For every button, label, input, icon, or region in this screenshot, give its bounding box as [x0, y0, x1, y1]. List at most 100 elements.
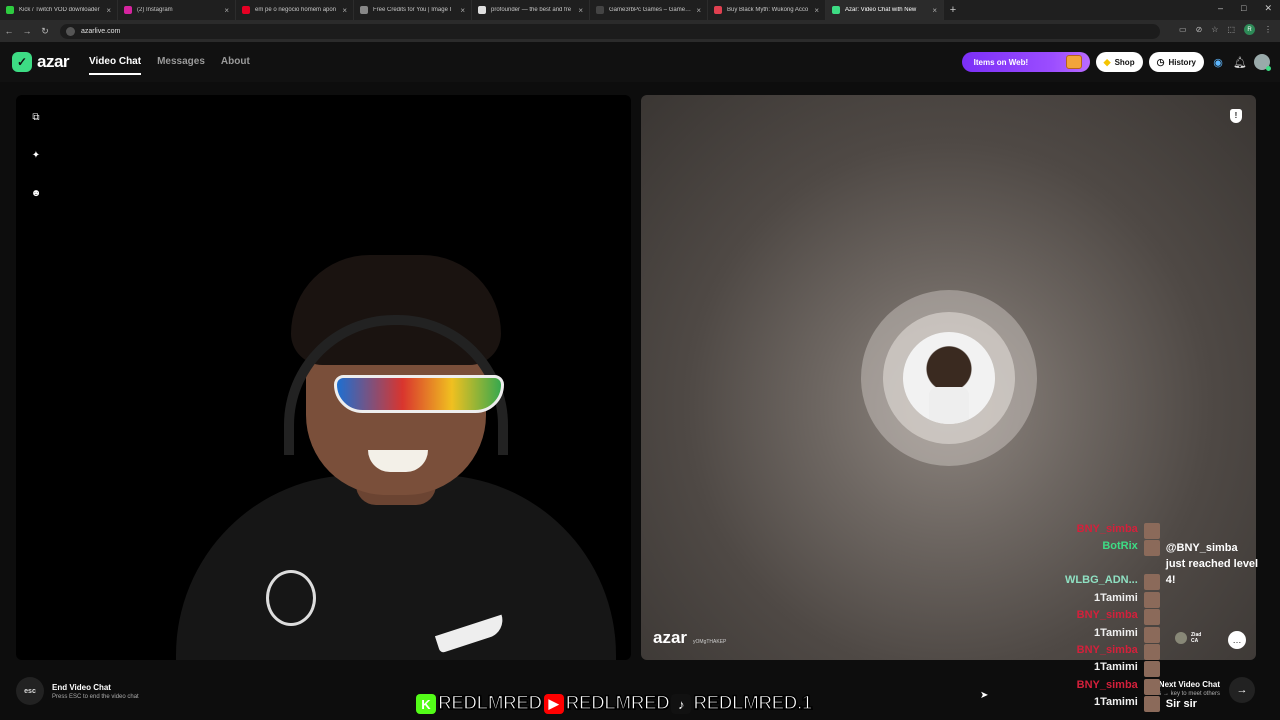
header-actions: Items on Web! ◆ Shop ◷ History ◉ 🔔︎ [961, 52, 1271, 72]
browser-tab[interactable]: Free Credits for You | Image I × [354, 0, 472, 20]
streamer-handle: REDLMRED.1 [693, 692, 814, 715]
nav-about[interactable]: About [221, 50, 250, 75]
back-button[interactable]: ← [0, 26, 18, 36]
tab-close-icon[interactable]: × [814, 6, 819, 15]
peer-avatar [1175, 632, 1187, 644]
tab-close-icon[interactable]: × [932, 6, 937, 15]
end-chat-title: End Video Chat [52, 682, 111, 692]
browser-tab[interactable]: em pé o negócio homem apon × [236, 0, 354, 20]
browser-tab[interactable]: Azar: Video Chat with New × [826, 0, 944, 20]
shop-button[interactable]: ◆ Shop [1095, 52, 1143, 72]
bookmark-star-icon[interactable]: ☆ [1211, 25, 1218, 34]
tab-title: (2) Instagram [137, 7, 173, 13]
close-window-button[interactable]: ✕ [1264, 3, 1272, 14]
chat-bubble-icon[interactable]: … [1228, 631, 1246, 649]
url-text: azarlive.com [81, 27, 121, 35]
browser-tab[interactable]: Buy Black Myth: Wukong Acco × [708, 0, 826, 20]
tab-title: Game3rbPc Games – Games Ot [609, 7, 693, 13]
magic-wand-icon[interactable]: ✦ [30, 149, 42, 161]
peer-chip[interactable]: Ziad CA [1175, 632, 1201, 644]
chat-emote-icon [1143, 609, 1160, 626]
hide-icon[interactable]: ⊘ [1196, 25, 1203, 34]
tab-close-icon[interactable]: × [342, 6, 347, 15]
gem-icon: ◆ [1103, 56, 1111, 67]
kick-icon: K [416, 694, 436, 714]
tab-list: Kick / Twitch VOD downloader × (2) Instagr… [0, 0, 944, 20]
chat-username: 1Tamimi [1093, 591, 1138, 604]
face-filter-icon[interactable]: ☻ [30, 187, 42, 199]
new-tab-button[interactable]: + [944, 4, 962, 16]
tab-title: Free Credits for You | Image I [373, 7, 452, 13]
chat-message: BNY_simba [1020, 609, 1260, 626]
browser-tab[interactable]: (2) Instagram × [118, 0, 236, 20]
jersey-crest [266, 570, 316, 626]
browser-tab[interactable]: profounder — the best and fre × [472, 0, 590, 20]
site-info-icon[interactable] [66, 26, 75, 36]
self-video-panel: ⧉ ✦ ☻ [16, 95, 631, 660]
gem-balance-icon[interactable]: ◉ [1210, 54, 1226, 70]
tab-close-icon[interactable]: × [106, 6, 111, 15]
esc-button[interactable]: esc [16, 677, 44, 705]
extensions-icon[interactable]: ⬚ [1227, 25, 1235, 34]
cast-icon[interactable]: ▭ [1179, 25, 1187, 34]
tab-favicon-icon [478, 6, 486, 14]
chat-message: BNY_simba [1020, 643, 1260, 661]
reload-button[interactable]: ↻ [36, 26, 54, 37]
maximize-button[interactable]: □ [1241, 3, 1246, 14]
minimize-button[interactable]: – [1218, 3, 1223, 14]
browser-actions: ▭ ⊘ ☆ ⬚ R ⋮ [1179, 24, 1272, 35]
chat-username: BNY_simba [1076, 678, 1138, 691]
profile-avatar[interactable]: R [1244, 24, 1255, 35]
chat-emote-icon [1143, 661, 1160, 678]
webcam-person [156, 245, 626, 660]
sunglasses [334, 375, 504, 413]
window-controls: – □ ✕ [1218, 3, 1272, 14]
chat-emote-icon [1143, 540, 1160, 557]
tab-close-icon[interactable]: × [460, 6, 465, 15]
history-button[interactable]: ◷ History [1148, 52, 1204, 72]
browser-tab[interactable]: Kick / Twitch VOD downloader × [0, 0, 118, 20]
tab-title: profounder — the best and fre [491, 7, 572, 13]
clock-icon: ◷ [1156, 56, 1165, 67]
forward-button[interactable]: → [18, 26, 36, 36]
end-chat-control: esc End Video Chat Press ESC to end the … [16, 677, 139, 705]
chat-message: BNY_simba [1020, 678, 1260, 696]
tiktok-icon: ♪ [671, 694, 692, 714]
browser-tab[interactable]: Game3rbPc Games – Games Ot × [590, 0, 708, 20]
app-header: ✓ azar Video Chat Messages About Items o… [0, 42, 1280, 82]
chat-message: 1Tamimi [1020, 591, 1260, 609]
browser-menu-icon[interactable]: ⋮ [1264, 25, 1272, 34]
layout-icon[interactable]: ⧉ [30, 111, 42, 123]
chat-message: BNY_simba [1020, 523, 1260, 540]
user-avatar[interactable] [1254, 54, 1271, 71]
report-shield-icon[interactable]: ! [1230, 109, 1242, 123]
tab-close-icon[interactable]: × [696, 6, 701, 15]
logo-mark-icon: ✓ [12, 52, 32, 72]
chat-emote-icon [1143, 523, 1160, 539]
streamer-handle: REDLMRED [437, 692, 543, 715]
url-field[interactable]: azarlive.com [60, 23, 1160, 39]
end-chat-hint: Press ESC to end the video chat [52, 693, 139, 700]
watermark-id: yOMgTHAKEP [693, 639, 727, 645]
chat-emote-icon [1143, 626, 1160, 643]
nav-video-chat[interactable]: Video Chat [89, 50, 142, 75]
nav-messages[interactable]: Messages [157, 50, 205, 75]
azar-logo[interactable]: ✓ azar [12, 52, 70, 72]
video-tools: ⧉ ✦ ☻ [30, 111, 42, 199]
chat-emote-icon [1143, 696, 1160, 713]
tab-title: Kick / Twitch VOD downloader [19, 7, 100, 13]
watermark-logo: azar [653, 628, 688, 647]
promo-banner[interactable]: Items on Web! [961, 52, 1090, 72]
bell-icon[interactable]: 🔔︎ [1232, 54, 1248, 70]
tab-favicon-icon [360, 6, 368, 14]
chat-message: 1Tamimi [1020, 626, 1260, 644]
chat-emote-icon [1143, 574, 1160, 591]
streamer-handles-banner: K REDLMRED ▶ REDLMRED ♪ REDLMRED.1 [416, 692, 814, 716]
tab-close-icon[interactable]: × [578, 6, 583, 15]
chat-username: BotRix [1102, 540, 1138, 553]
tab-close-icon[interactable]: × [224, 6, 229, 15]
chat-username: 1Tamimi [1093, 696, 1138, 709]
chat-emote-icon [1143, 643, 1160, 660]
chat-emote-icon [1143, 678, 1160, 695]
tab-title: em pé o negócio homem apon [255, 7, 337, 13]
